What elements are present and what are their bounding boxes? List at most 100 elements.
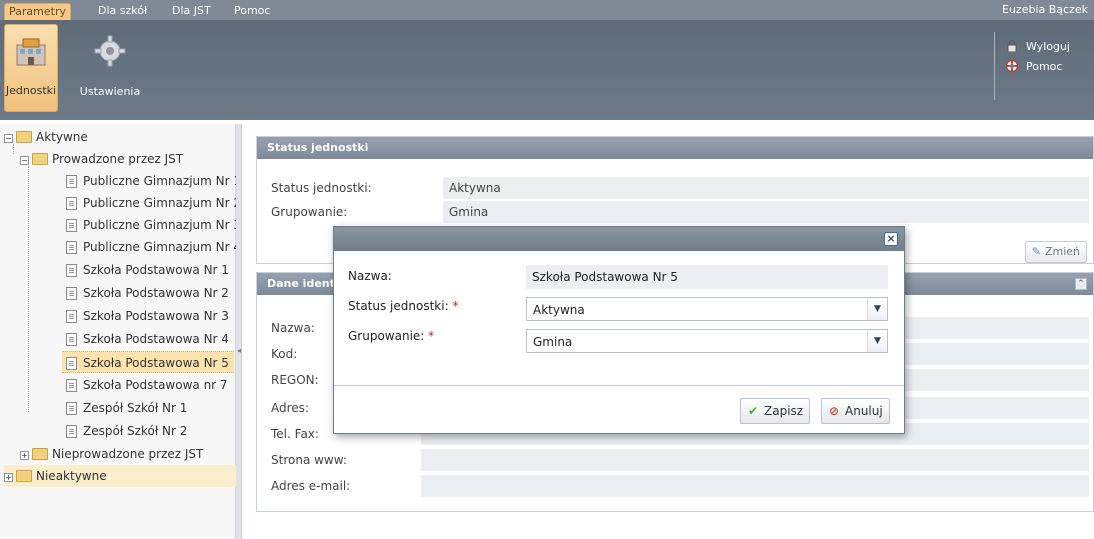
tree-item-szkola-podstawowa-3[interactable]: Szkoła Podstawowa Nr 3 xyxy=(66,305,229,327)
ribbon: Jednostki Ustawienia Wyloguj Pomoc xyxy=(0,20,1094,120)
tree-node-prowadzone[interactable]: − Prowadzone przez JST xyxy=(20,148,183,170)
tree-label: Zespół Szkół Nr 2 xyxy=(83,424,188,438)
tree-node-nieprowadzone[interactable]: + Nieprowadzone przez JST xyxy=(20,443,203,465)
tree-node-aktywne[interactable]: − Aktywne xyxy=(4,126,88,148)
ribbon-label-jednostki: Jednostki xyxy=(5,84,57,97)
field-label-www: Strona www: xyxy=(271,453,347,467)
collapse-arrow-icon[interactable]: ◂ xyxy=(237,346,241,355)
folder-open-icon xyxy=(16,131,32,143)
document-icon xyxy=(66,264,77,277)
top-tab-bar: Parametry Dla szkół Dla JST Pomoc Euzebi… xyxy=(0,0,1094,20)
tree-item-szkola-podstawowa-2[interactable]: Szkoła Podstawowa Nr 2 xyxy=(66,282,229,304)
required-mark: * xyxy=(452,299,459,313)
field-label-kod: Kod: xyxy=(271,347,298,361)
field-value-www xyxy=(421,449,1089,471)
tab-dla-szkol[interactable]: Dla szkół xyxy=(94,3,151,20)
document-icon xyxy=(66,402,77,415)
tree-item-publiczne-gimnazjum-4[interactable]: Publiczne Gimnazjum Nr 4 xyxy=(66,236,241,258)
gear-icon xyxy=(93,34,127,68)
dialog-footer: ✔ Zapisz ⊘ Anuluj xyxy=(334,385,904,433)
expand-toggle-icon[interactable]: + xyxy=(4,473,13,482)
expand-toggle-icon[interactable]: + xyxy=(20,451,29,460)
field-label-tel-fax: Tel. Fax: xyxy=(271,427,319,441)
panel-splitter[interactable]: ◂ xyxy=(236,124,242,539)
cancel-button[interactable]: ⊘ Anuluj xyxy=(821,398,890,424)
tree-item-szkola-podstawowa-4[interactable]: Szkoła Podstawowa Nr 4 xyxy=(66,328,229,350)
tree-label: Publiczne Gimnazjum Nr 4 xyxy=(83,240,241,254)
tree-label: Zespół Szkół Nr 1 xyxy=(83,401,188,415)
dialog-group-label: Grupowanie: * xyxy=(348,329,435,343)
unit-tree: − Aktywne − Prowadzone przez JST Publiczne… xyxy=(0,124,241,539)
tree-label: Publiczne Gimnazjum Nr 2 xyxy=(83,196,241,210)
tab-pomoc[interactable]: Pomoc xyxy=(230,3,274,20)
tree-item-publiczne-gimnazjum-2[interactable]: Publiczne Gimnazjum Nr 2 xyxy=(66,192,241,214)
lock-icon xyxy=(1006,40,1018,53)
logout-label: Wyloguj xyxy=(1026,40,1070,53)
chevron-down-icon[interactable]: ▼ xyxy=(867,330,887,352)
tree-item-szkola-podstawowa-5[interactable]: Szkoła Podstawowa Nr 5 xyxy=(62,351,234,373)
status-panel-title: Status jednostki xyxy=(257,137,1093,159)
chevron-down-icon[interactable]: ▼ xyxy=(867,298,887,320)
help-label: Pomoc xyxy=(1026,60,1063,73)
help-link[interactable]: Pomoc xyxy=(1006,60,1062,73)
folder-open-icon xyxy=(32,153,48,165)
ribbon-button-jednostki[interactable]: Jednostki xyxy=(4,24,58,112)
edit-status-dialog: × Nazwa: Szkoła Podstawowa Nr 5 Status j… xyxy=(333,226,905,434)
tree-item-szkola-podstawowa-1[interactable]: Szkoła Podstawowa Nr 1 xyxy=(66,259,229,281)
dialog-status-label: Status jednostki: * xyxy=(348,299,459,313)
tree-item-zespol-szkol-2[interactable]: Zespół Szkół Nr 2 xyxy=(66,420,187,442)
tree-label: Szkoła Podstawowa Nr 3 xyxy=(83,309,229,323)
tree-item-zespol-szkol-1[interactable]: Zespół Szkół Nr 1 xyxy=(66,397,187,419)
group-select[interactable]: Gmina ▼ xyxy=(526,329,888,353)
tree-item-publiczne-gimnazjum-3[interactable]: Publiczne Gimnazjum Nr 3 xyxy=(66,214,241,236)
tree-label: Szkoła Podstawowa Nr 5 xyxy=(83,356,229,370)
document-icon xyxy=(66,333,77,346)
logout-link[interactable]: Wyloguj xyxy=(1006,40,1070,53)
building-icon xyxy=(14,35,48,69)
document-icon xyxy=(66,197,77,210)
tab-parametry[interactable]: Parametry xyxy=(4,3,71,20)
tree-label: Szkoła Podstawowa nr 7 xyxy=(83,378,228,392)
tree-label: Prowadzone przez JST xyxy=(52,152,184,166)
collapse-up-icon[interactable]: ⌃ xyxy=(1075,278,1087,290)
required-mark: * xyxy=(428,329,435,343)
field-label-email: Adres e-mail: xyxy=(271,479,351,493)
group-label: Grupowanie: xyxy=(271,205,348,219)
tree-label: Publiczne Gimnazjum Nr 1 xyxy=(83,174,241,188)
status-select[interactable]: Aktywna ▼ xyxy=(526,297,888,321)
tree-label: Aktywne xyxy=(36,130,88,144)
field-value-email xyxy=(421,475,1089,497)
ribbon-separator xyxy=(994,32,995,100)
change-button[interactable]: ✎ Zmień xyxy=(1024,241,1087,263)
collapse-toggle-icon[interactable]: − xyxy=(20,156,29,165)
cancel-icon: ⊘ xyxy=(828,404,840,418)
folder-closed-icon xyxy=(32,448,48,460)
dialog-name-value: Szkoła Podstawowa Nr 5 xyxy=(526,265,888,289)
tree-item-szkola-podstawowa-7[interactable]: Szkoła Podstawowa nr 7 xyxy=(66,374,228,396)
close-icon[interactable]: × xyxy=(884,232,898,246)
tree-label: Szkoła Podstawowa Nr 1 xyxy=(83,263,229,277)
tree-label: Nieaktywne xyxy=(36,469,107,483)
dialog-name-label: Nazwa: xyxy=(348,269,392,283)
cancel-button-label: Anuluj xyxy=(845,404,883,418)
field-label-nazwa: Nazwa: xyxy=(271,321,315,335)
document-icon xyxy=(66,175,77,188)
document-icon xyxy=(66,241,77,254)
lifebuoy-icon xyxy=(1006,60,1018,72)
collapse-toggle-icon[interactable]: − xyxy=(4,134,13,143)
tree-item-publiczne-gimnazjum-1[interactable]: Publiczne Gimnazjum Nr 1 xyxy=(66,170,241,192)
save-button[interactable]: ✔ Zapisz xyxy=(740,398,811,424)
tree-label: Szkoła Podstawowa Nr 4 xyxy=(83,332,229,346)
ribbon-button-ustawienia[interactable]: Ustawienia xyxy=(64,24,156,112)
status-value: Aktywna xyxy=(443,177,1089,199)
status-label: Status jednostki: xyxy=(271,181,372,195)
save-button-label: Zapisz xyxy=(764,404,804,418)
document-icon xyxy=(66,357,77,370)
tree-node-nieaktywne[interactable]: + Nieaktywne xyxy=(4,465,236,487)
pencil-icon: ✎ xyxy=(1031,245,1041,258)
dialog-header: × xyxy=(334,227,904,251)
tree-label: Nieprowadzone przez JST xyxy=(52,447,204,461)
field-label-adres: Adres: xyxy=(271,401,309,415)
checkmark-icon: ✔ xyxy=(747,404,759,418)
tab-dla-jst[interactable]: Dla JST xyxy=(168,3,215,20)
